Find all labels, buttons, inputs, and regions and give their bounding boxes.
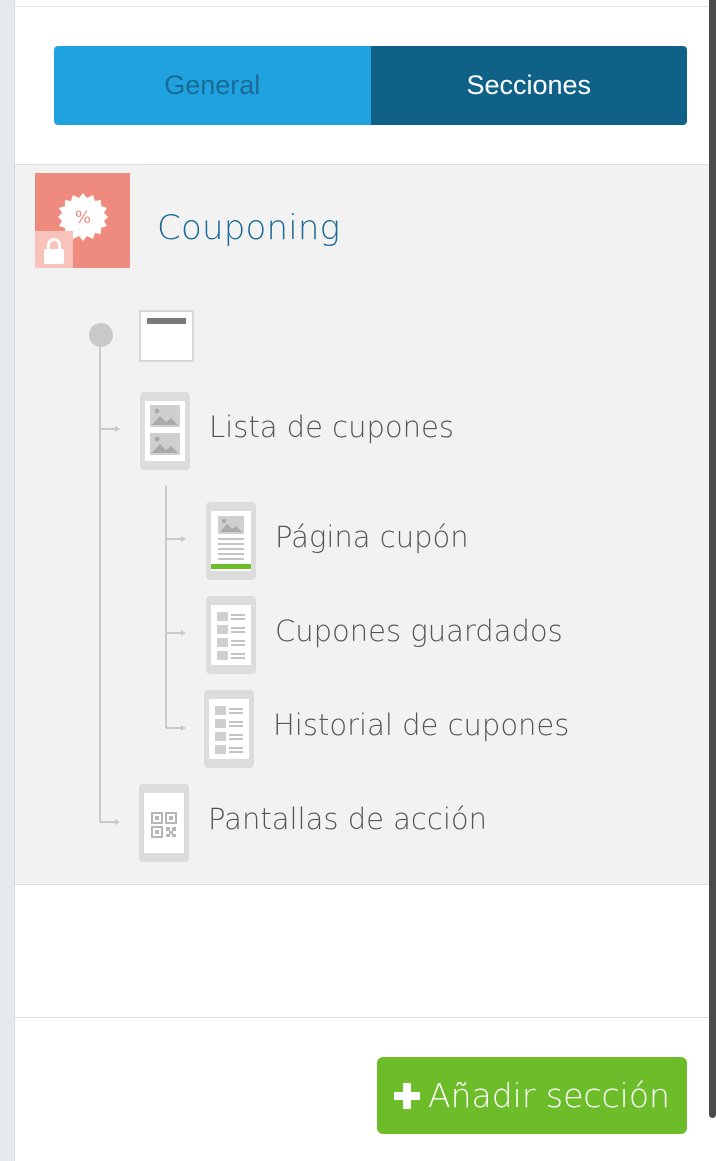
tree-branch-line (100, 428, 115, 430)
coupon-page-icon[interactable] (206, 502, 256, 580)
qr-code-icon[interactable] (139, 784, 189, 862)
tab-secciones[interactable]: Secciones (370, 46, 687, 125)
couponing-module-icon[interactable]: % (35, 173, 130, 268)
tree-branch-line (166, 632, 181, 634)
tree-item-pantallas-de-accion[interactable]: Pantallas de acción (208, 802, 487, 836)
divider (15, 1017, 709, 1018)
left-panel-edge (0, 0, 15, 1161)
branch-arrow-icon (115, 426, 120, 432)
tree-branch-line (166, 727, 181, 729)
lock-icon (35, 231, 73, 268)
scrollbar[interactable] (709, 0, 716, 1118)
branch-arrow-icon (115, 819, 120, 825)
tree-branch-line (166, 538, 181, 540)
image-list-icon[interactable] (140, 392, 190, 470)
branch-arrow-icon (181, 725, 186, 731)
divider (15, 6, 709, 7)
tab-general[interactable]: General (54, 46, 371, 125)
add-section-button[interactable]: Añadir sección (377, 1057, 687, 1134)
add-section-label: Añadir sección (428, 1076, 670, 1115)
header-bar-icon[interactable] (139, 310, 194, 362)
tree-trunk-line (99, 335, 101, 822)
tree-branch-line (100, 821, 115, 823)
tree-subtrunk-line (165, 486, 167, 728)
branch-arrow-icon (181, 630, 186, 636)
svg-text:%: % (75, 208, 91, 228)
branch-arrow-icon (181, 536, 186, 542)
tree-item-lista-de-cupones[interactable]: Lista de cupones (209, 410, 454, 444)
tree-item-pagina-cupon[interactable]: Página cupón (275, 520, 469, 554)
list-rows-icon[interactable] (206, 596, 256, 674)
tab-bar: General Secciones (54, 46, 687, 125)
list-rows-icon[interactable] (204, 690, 254, 768)
module-title: Couponing (157, 208, 341, 248)
tree-root-dot (89, 323, 113, 347)
plus-icon (394, 1082, 421, 1109)
tree-item-historial-de-cupones[interactable]: Historial de cupones (273, 708, 569, 742)
tree-item-cupones-guardados[interactable]: Cupones guardados (275, 614, 563, 648)
